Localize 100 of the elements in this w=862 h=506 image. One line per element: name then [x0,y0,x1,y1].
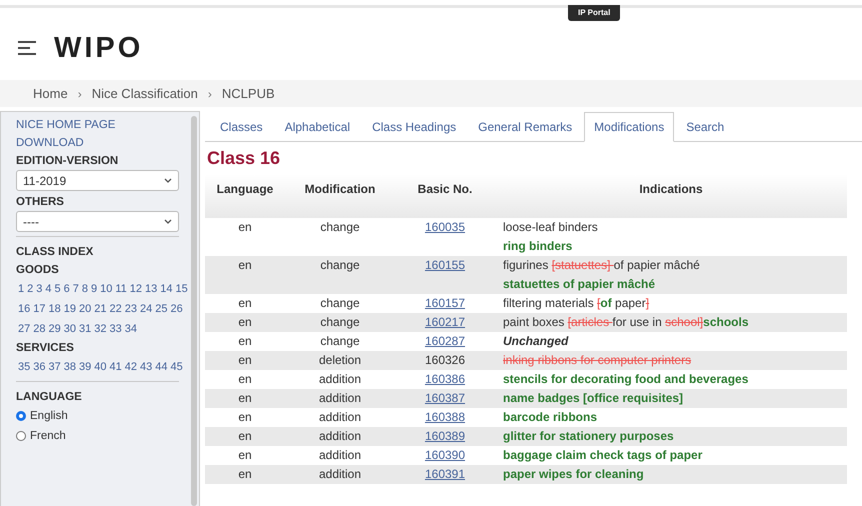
breadcrumb-link[interactable]: NCLPUB [222,86,275,101]
sidebar-link[interactable]: DOWNLOAD [16,134,191,152]
class-link[interactable]: 26 [170,299,183,319]
class-link[interactable]: 22 [110,299,122,319]
breadcrumb-link[interactable]: Nice Classification [92,86,198,101]
basic-number-link[interactable]: 160157 [424,296,466,310]
table-cell: addition [285,465,395,484]
class-link[interactable]: 4 [45,279,52,299]
class-link[interactable]: 37 [48,357,61,377]
class-link[interactable]: 1 [18,279,24,299]
class-link[interactable]: 16 [18,299,30,319]
tab[interactable]: Modifications [584,112,674,142]
indication-text: stencils for decorating food and beverages [503,372,748,386]
ip-portal-badge[interactable]: IP Portal [568,5,620,21]
class-link[interactable]: 20 [79,299,92,319]
class-link[interactable]: 18 [48,299,61,319]
class-link[interactable]: 31 [79,319,92,339]
class-link[interactable]: 14 [160,279,173,299]
class-link[interactable]: 9 [91,279,98,299]
class-link[interactable]: 45 [170,357,183,377]
table-cell: en [205,313,285,332]
indication-text: ring binders [503,239,572,253]
basic-number-link[interactable]: 160390 [424,448,466,462]
class-link[interactable]: 29 [48,319,61,339]
radio-button[interactable] [16,411,26,421]
class-link[interactable]: 5 [54,279,61,299]
edition-select[interactable]: 11-2019 [16,170,179,191]
table-cell: en [205,256,285,294]
class-link[interactable]: 32 [94,319,106,339]
others-select[interactable]: ---- [16,211,179,232]
section-heading: OTHERS [16,195,65,210]
indication-text: filtering materials [of paper] [503,296,650,310]
table-cell: change [285,218,395,256]
class-link[interactable]: 13 [145,279,158,299]
class-link[interactable]: 25 [155,299,168,319]
class-link[interactable]: 42 [124,357,137,377]
table-cell: en [205,408,285,427]
sidebar-link[interactable]: NICE HOME PAGE [16,116,191,134]
table-cell: addition [285,446,395,465]
tab[interactable]: Search [676,113,734,141]
class-link[interactable]: 19 [64,299,76,319]
class-link[interactable]: 17 [33,299,46,319]
radio-label[interactable]: English [30,406,68,426]
radio-label[interactable]: French [30,426,66,446]
basic-number-link[interactable]: 160386 [424,372,466,386]
section-heading: EDITION-VERSION [16,154,120,169]
class-link[interactable]: 41 [110,357,122,377]
table-cell: addition [285,389,395,408]
table-cell: deletion [285,351,395,370]
table-cell: en [205,427,285,446]
class-link[interactable]: 7 [72,279,79,299]
table-cell: change [285,294,395,313]
indication-text: loose-leaf binders [503,220,598,234]
class-link[interactable]: 6 [64,279,70,299]
table-cell: en [205,446,285,465]
class-link[interactable]: 23 [124,299,137,319]
basic-number-link[interactable]: 160287 [424,334,466,348]
menu-icon[interactable] [18,41,38,55]
class-link[interactable]: 3 [36,279,42,299]
logo[interactable]: WIPO [54,32,144,64]
class-link[interactable]: 36 [33,357,46,377]
section-heading: CLASS INDEX [16,245,94,260]
indication-text: barcode ribbons [503,410,598,424]
class-link[interactable]: 43 [140,357,152,377]
table-cell: en [205,218,285,256]
breadcrumb-link[interactable]: Home [33,86,68,101]
class-link[interactable]: 38 [64,357,76,377]
basic-number-link[interactable]: 160388 [424,410,466,424]
class-link[interactable]: 8 [82,279,88,299]
class-link[interactable]: 35 [18,357,30,377]
tab[interactable]: Class Headings [362,113,466,141]
table-cell: en [205,294,285,313]
indication-text: Unchanged [503,334,568,348]
class-link[interactable]: 28 [33,319,46,339]
radio-button[interactable] [16,431,26,441]
class-link[interactable]: 34 [124,319,137,339]
basic-number-link[interactable]: 160155 [424,258,466,272]
class-link[interactable]: 30 [64,319,76,339]
class-link[interactable]: 39 [79,357,92,377]
basic-number-link[interactable]: 160035 [424,220,466,234]
class-link[interactable]: 10 [100,279,112,299]
table-cell: addition [285,408,395,427]
table-cell: change [285,256,395,294]
class-link[interactable]: 2 [27,279,34,299]
scrollbar[interactable] [191,116,197,506]
tab[interactable]: Classes [210,113,273,141]
class-link[interactable]: 15 [176,279,188,299]
class-link[interactable]: 24 [140,299,152,319]
table-cell: en [205,351,285,370]
class-link[interactable]: 11 [115,279,127,299]
indication-text: inking ribbons for computer printers [503,353,692,367]
indication-text: glitter for stationery purposes [503,429,674,443]
class-link[interactable]: 12 [130,279,142,299]
tab[interactable]: General Remarks [468,113,582,141]
class-link[interactable]: 40 [94,357,106,377]
class-link[interactable]: 21 [94,299,106,319]
class-link[interactable]: 27 [18,319,30,339]
tab[interactable]: Alphabetical [274,113,360,141]
class-link[interactable]: 33 [110,319,122,339]
class-link[interactable]: 44 [155,357,168,377]
